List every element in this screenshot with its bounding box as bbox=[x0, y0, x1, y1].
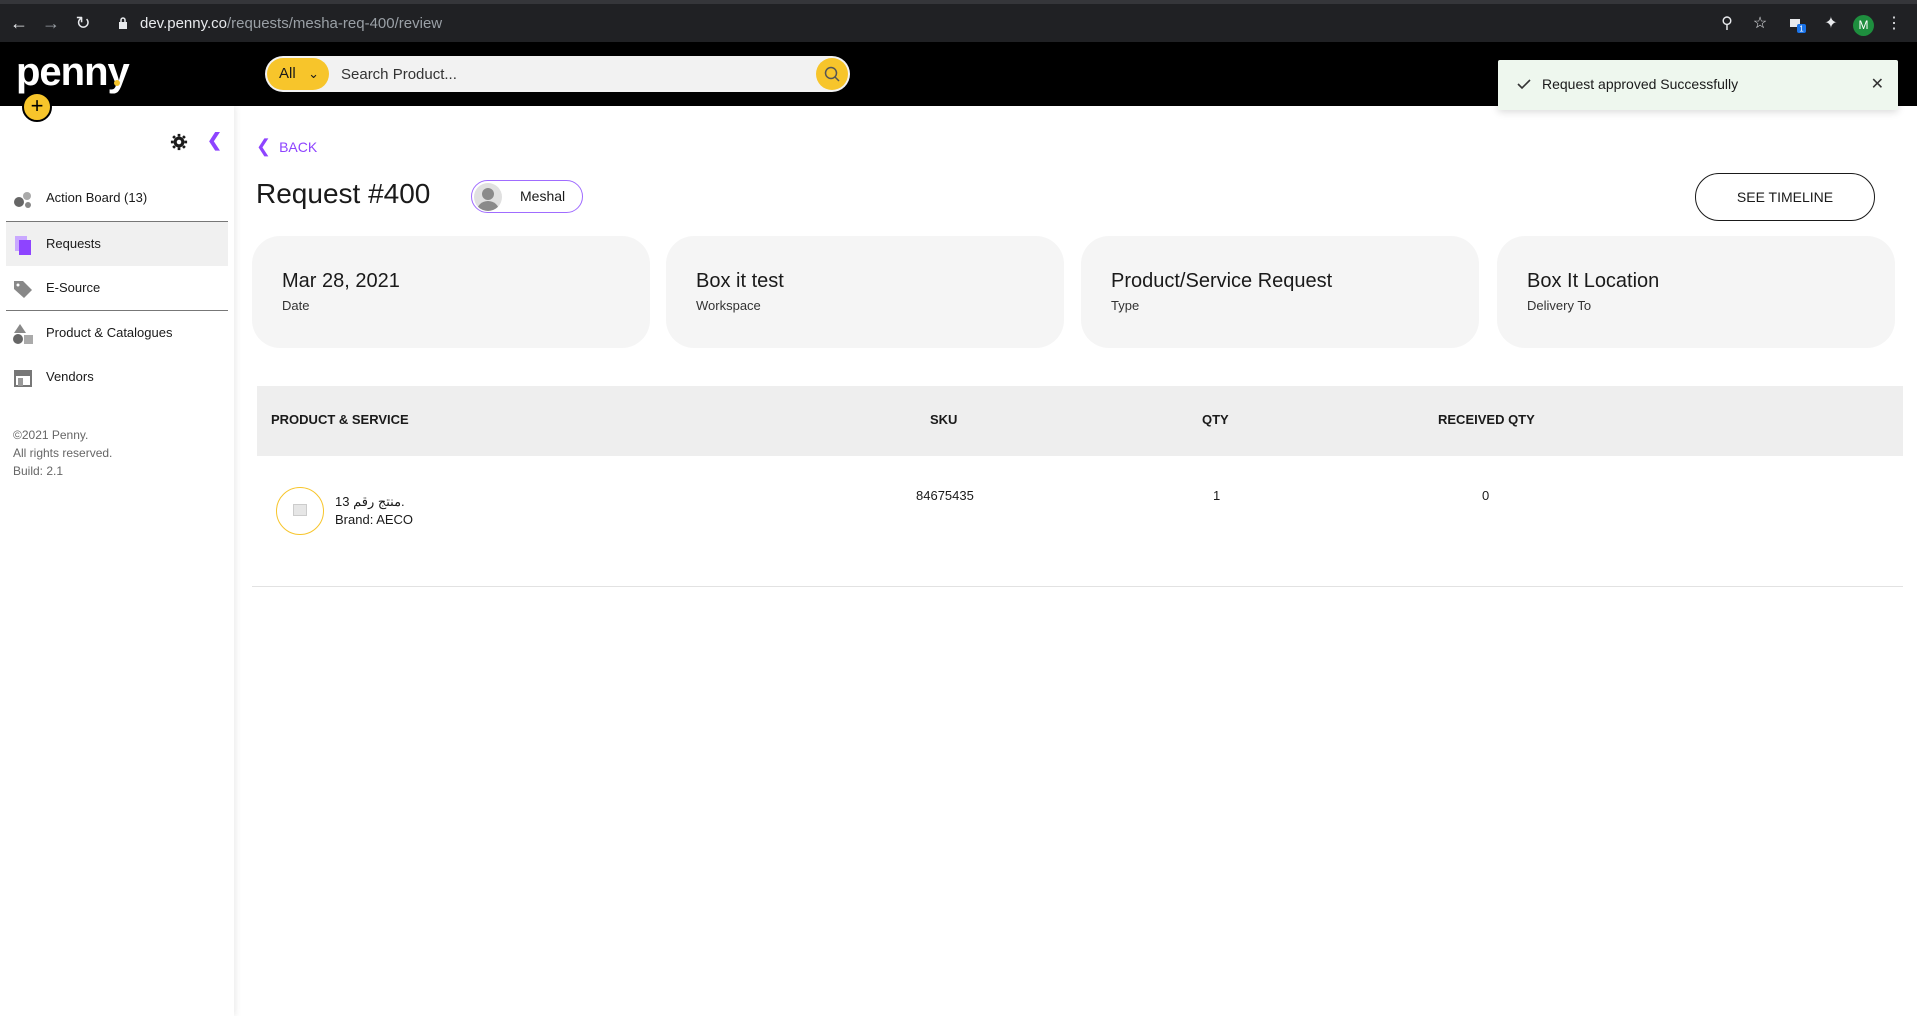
column-header-qty: QTY bbox=[1202, 412, 1229, 427]
sidebar: ❮ Action Board (13) Requests E-Source Pr… bbox=[0, 106, 234, 1016]
user-icon bbox=[477, 188, 499, 211]
column-header-product: PRODUCT & SERVICE bbox=[271, 412, 409, 427]
action-board-icon bbox=[14, 192, 31, 208]
sidebar-item-e-source[interactable]: E-Source bbox=[6, 266, 228, 310]
star-icon[interactable]: ☆ bbox=[1750, 14, 1770, 34]
gear-icon[interactable] bbox=[170, 133, 188, 151]
column-header-received-qty: RECEIVED QTY bbox=[1438, 412, 1535, 427]
card-value: Mar 28, 2021 bbox=[282, 270, 400, 292]
rights-text: All rights reserved. bbox=[13, 446, 113, 460]
logo-dot bbox=[114, 80, 120, 86]
type-card: Product/Service Request Type bbox=[1081, 236, 1479, 348]
search-input[interactable] bbox=[341, 56, 761, 92]
card-value: Box It Location bbox=[1527, 270, 1660, 292]
sidebar-item-requests[interactable]: Requests bbox=[6, 222, 228, 266]
browser-toolbar: ← → ↻ dev.penny.co/requests/mesha-req-40… bbox=[0, 0, 1917, 42]
lock-icon bbox=[119, 17, 127, 29]
extension-badge: 1 bbox=[1799, 25, 1804, 34]
sidebar-item-label: Requests bbox=[46, 236, 101, 251]
chevron-left-icon: ❮ bbox=[256, 136, 272, 156]
back-label: BACK bbox=[279, 139, 318, 155]
avatar bbox=[474, 183, 502, 211]
search-button[interactable] bbox=[816, 58, 848, 90]
card-value: Box it test bbox=[696, 270, 784, 292]
back-arrow-icon[interactable]: ← bbox=[8, 12, 30, 34]
table-header: PRODUCT & SERVICE SKU QTY RECEIVED QTY bbox=[257, 386, 1903, 456]
success-toast: Request approved Successfully ✕ bbox=[1498, 60, 1898, 110]
product-thumbnail bbox=[276, 487, 324, 535]
tag-icon bbox=[14, 281, 32, 298]
address-bar[interactable]: dev.penny.co/requests/mesha-req-400/revi… bbox=[108, 11, 1748, 37]
puzzle-icon[interactable]: ✦ bbox=[1821, 14, 1841, 34]
sidebar-item-label: Product & Catalogues bbox=[46, 325, 173, 340]
search-bar: All ⌄ bbox=[265, 56, 850, 92]
requests-icon bbox=[15, 236, 31, 255]
workspace-card: Box it test Workspace bbox=[666, 236, 1064, 348]
card-label: Workspace bbox=[696, 298, 761, 313]
sidebar-item-label: Action Board (13) bbox=[46, 190, 148, 205]
sidebar-item-vendors[interactable]: Vendors bbox=[6, 355, 228, 399]
sku-cell: 84675435 bbox=[916, 488, 974, 503]
sidebar-item-label: Vendors bbox=[46, 369, 94, 384]
profile-avatar[interactable]: M bbox=[1853, 15, 1874, 36]
penny-logo[interactable]: penny bbox=[16, 50, 130, 95]
url-host: dev.penny.co bbox=[140, 15, 228, 32]
close-icon[interactable]: ✕ bbox=[1871, 74, 1884, 94]
shapes-icon bbox=[13, 324, 33, 344]
card-label: Date bbox=[282, 298, 310, 313]
table-row[interactable]: منتج رقم 13. Brand: AECO 84675435 1 0 bbox=[252, 456, 1903, 587]
chevron-down-icon: ⌄ bbox=[308, 66, 319, 81]
search-icon bbox=[824, 66, 840, 82]
build-text: Build: 2.1 bbox=[13, 464, 64, 478]
extension-icon[interactable]: 1 bbox=[1788, 14, 1808, 34]
card-label: Delivery To bbox=[1527, 298, 1592, 313]
add-button[interactable]: + bbox=[22, 92, 52, 122]
image-placeholder-icon bbox=[293, 504, 307, 516]
see-timeline-button[interactable]: SEE TIMELINE bbox=[1695, 173, 1875, 221]
card-value: Product/Service Request bbox=[1111, 270, 1333, 292]
forward-arrow-icon[interactable]: → bbox=[40, 12, 62, 34]
date-card: Mar 28, 2021 Date bbox=[252, 236, 650, 348]
page-title: Request #400 bbox=[256, 178, 431, 209]
back-link[interactable]: ❮ BACK bbox=[256, 136, 317, 157]
product-name: منتج رقم 13. bbox=[335, 494, 405, 509]
menu-dots-icon[interactable]: ⋮ bbox=[1884, 14, 1904, 34]
key-icon[interactable]: ⚲ bbox=[1717, 14, 1737, 34]
sidebar-item-label: E-Source bbox=[46, 280, 101, 295]
toast-message: Request approved Successfully bbox=[1542, 76, 1739, 92]
check-icon bbox=[1517, 79, 1531, 90]
copyright-text: ©2021 Penny. bbox=[13, 428, 89, 442]
url-text: dev.penny.co/requests/mesha-req-400/revi… bbox=[140, 15, 442, 32]
requester-name: Meshal bbox=[520, 188, 566, 204]
product-brand: Brand: AECO bbox=[335, 512, 414, 527]
url-path: /requests/mesha-req-400/review bbox=[227, 15, 443, 32]
column-header-sku: SKU bbox=[930, 412, 958, 427]
sidebar-item-product-catalogues[interactable]: Product & Catalogues bbox=[6, 311, 228, 355]
requester-chip[interactable]: Meshal bbox=[471, 180, 583, 213]
received-qty-cell: 0 bbox=[1482, 488, 1490, 503]
search-category-select[interactable]: All ⌄ bbox=[267, 58, 329, 90]
sidebar-item-action-board[interactable]: Action Board (13) bbox=[6, 176, 228, 220]
card-label: Type bbox=[1111, 298, 1140, 313]
delivery-card: Box It Location Delivery To bbox=[1497, 236, 1895, 348]
qty-cell: 1 bbox=[1213, 488, 1221, 503]
reload-icon[interactable]: ↻ bbox=[72, 12, 94, 34]
search-category-label: All bbox=[279, 65, 296, 82]
collapse-sidebar-icon[interactable]: ❮ bbox=[207, 130, 222, 151]
store-icon bbox=[14, 370, 32, 387]
